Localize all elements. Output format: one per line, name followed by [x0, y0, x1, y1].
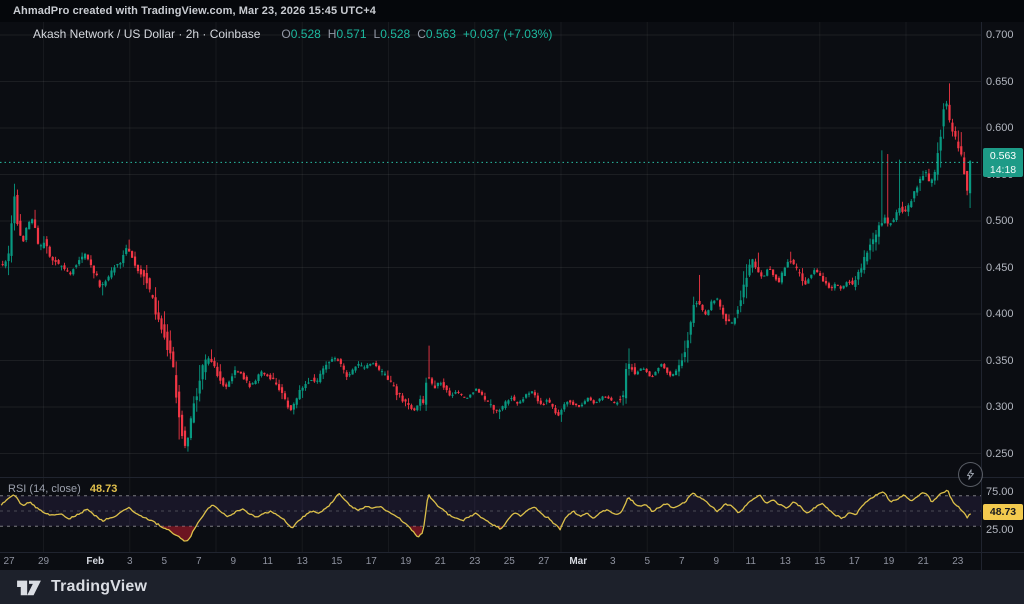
pane-divider[interactable]: [0, 477, 1024, 478]
open-value: 0.528: [291, 27, 321, 41]
high-value: 0.571: [336, 27, 366, 41]
last-price-value: 0.563: [983, 149, 1023, 163]
bar-countdown: 14:18: [983, 163, 1023, 177]
rsi-value-badge: 48.73: [983, 504, 1023, 520]
price-axis-divider[interactable]: [981, 22, 982, 570]
lightning-button[interactable]: [958, 462, 983, 487]
attribution-bar: AhmadPro created with TradingView.com, M…: [0, 0, 1024, 22]
symbol-title: Akash Network / US Dollar · 2h · Coinbas…: [33, 27, 260, 41]
change-value: +0.037 (+7.03%): [463, 27, 552, 41]
attribution-text: AhmadPro created with TradingView.com, M…: [13, 5, 376, 17]
low-value: 0.528: [380, 27, 410, 41]
rsi-params: (14, close): [29, 483, 80, 495]
symbol-legend: Akash Network / US Dollar · 2h · Coinbas…: [33, 27, 552, 41]
close-value: 0.563: [426, 27, 456, 41]
last-price-badge: 0.563 14:18: [983, 148, 1023, 177]
close-label: C: [417, 27, 426, 41]
open-label: O: [281, 27, 290, 41]
tradingview-chart-snapshot: 0.7000.6500.6000.5500.5000.4500.4000.350…: [0, 0, 1024, 604]
footer-bar: TradingView: [0, 570, 1024, 604]
rsi-indicator-legend: RSI (14, close) 48.73: [8, 483, 117, 495]
lightning-icon: [963, 467, 978, 482]
rsi-title: RSI: [8, 483, 26, 495]
tradingview-logo-icon[interactable]: [16, 576, 42, 598]
rsi-current-value: 48.73: [90, 483, 118, 495]
time-axis-divider: [0, 552, 1024, 553]
chart-canvas[interactable]: [0, 0, 1024, 604]
tradingview-brand-text[interactable]: TradingView: [51, 578, 147, 596]
